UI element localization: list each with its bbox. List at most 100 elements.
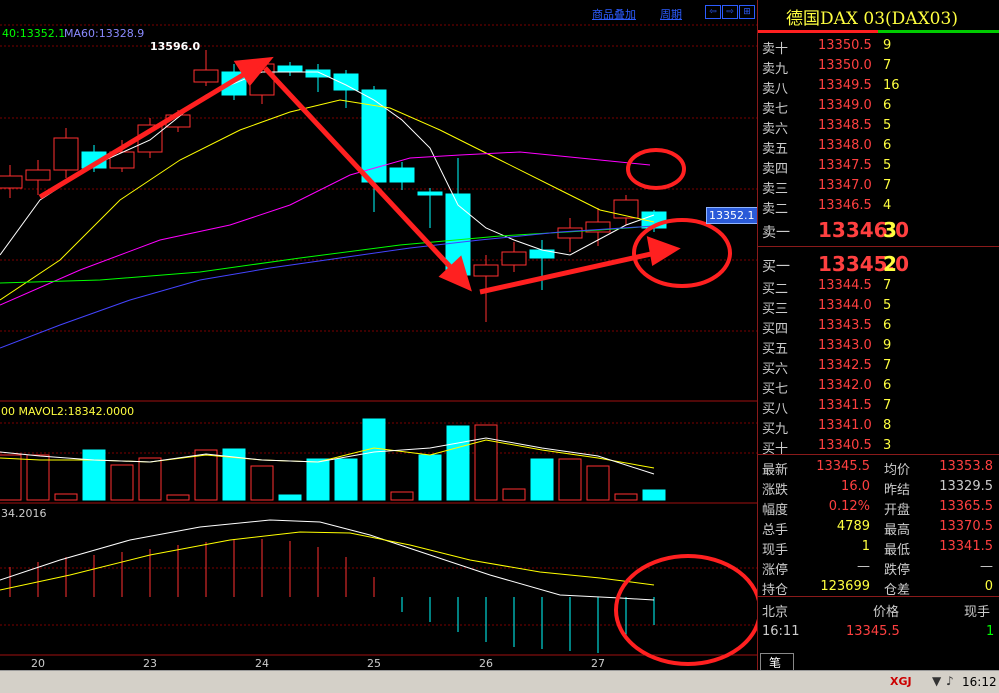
- ask-row[interactable]: 卖二 13346.5 4: [758, 196, 999, 217]
- volume-bar: [0, 454, 22, 501]
- stat-row: 总手 4789 最高 13370.5: [758, 517, 999, 538]
- bid-row[interactable]: 买三 13344.0 5: [758, 296, 999, 317]
- scroll-right-icon[interactable]: ⇨: [722, 5, 738, 19]
- bid-volume: 6: [883, 378, 892, 393]
- product-overlay-link[interactable]: 商品叠加: [592, 6, 636, 22]
- bid-label: 买二: [762, 282, 789, 297]
- volume-bar: [446, 425, 470, 501]
- bid-row[interactable]: 买八 13341.5 7: [758, 396, 999, 417]
- kline-chart-area[interactable]: 40:13352.1 MA60:13328.9 13596.0 00 MAVOL…: [0, 0, 758, 670]
- stat-value: 4789: [836, 519, 870, 534]
- bid1-row[interactable]: 买一 13345.0 2: [758, 252, 999, 276]
- period-link[interactable]: 周期: [660, 6, 682, 22]
- ask1-row[interactable]: 卖一 13346.0 3: [758, 218, 999, 242]
- bid-row[interactable]: 买十 13340.5 3: [758, 436, 999, 457]
- bid-volume: 7: [883, 398, 892, 413]
- stat-label: 现手: [762, 543, 789, 558]
- ticks-vol-header: 现手: [964, 605, 991, 620]
- bid-row[interactable]: 买二 13344.5 7: [758, 276, 999, 297]
- bid-price: 13343.0: [818, 338, 872, 353]
- ask-volume: 4: [883, 198, 892, 213]
- bid-label: 买五: [762, 342, 789, 357]
- bid-label: 买九: [762, 422, 789, 437]
- tick-time: 16:11: [762, 624, 800, 639]
- bid-volume: 7: [883, 358, 892, 373]
- stats-divider: [758, 596, 999, 597]
- stat-value: 0.12%: [828, 499, 870, 514]
- macd-dea-line: [0, 531, 655, 591]
- bid-price: 13344.0: [818, 298, 872, 313]
- high-price-label: 13596.0: [150, 40, 201, 53]
- bid-price: 13342.0: [818, 378, 872, 393]
- bid-row[interactable]: 买六 13342.5 7: [758, 356, 999, 377]
- ask-label: 卖五: [762, 142, 789, 157]
- x-tick-label: 20: [31, 657, 45, 670]
- candle-body: [277, 65, 303, 73]
- stat-value: —: [980, 559, 993, 574]
- ask-row[interactable]: 卖四 13347.5 5: [758, 156, 999, 177]
- bid-row[interactable]: 买四 13343.5 6: [758, 316, 999, 337]
- bid-price: 13341.5: [818, 398, 872, 413]
- tab-ticks[interactable]: 笔: [760, 653, 794, 670]
- stat-value: 0: [984, 579, 993, 594]
- scroll-left-icon[interactable]: ⇦: [705, 5, 721, 19]
- ask-row[interactable]: 卖十 13350.5 9: [758, 36, 999, 57]
- bid-label: 买六: [762, 362, 789, 377]
- bid-row[interactable]: 买五 13343.0 9: [758, 336, 999, 357]
- candle-body: [473, 264, 499, 277]
- x-tick-label: 24: [255, 657, 269, 670]
- bid-label: 买七: [762, 382, 789, 397]
- ask-row[interactable]: 卖三 13347.0 7: [758, 176, 999, 197]
- candle-body: [0, 175, 23, 189]
- volume-bar: [138, 457, 162, 501]
- bid-row[interactable]: 买九 13341.0 8: [758, 416, 999, 437]
- macd-dif-line: [0, 519, 655, 601]
- volume-bar: [502, 488, 526, 501]
- stat-label: 涨停: [762, 563, 789, 578]
- stat-label: 涨跌: [762, 483, 789, 498]
- bid1-label: 买一: [762, 259, 790, 275]
- volume-bar: [306, 458, 330, 501]
- candle-body: [501, 251, 527, 266]
- bid-volume: 3: [883, 438, 892, 453]
- ask-row[interactable]: 卖八 13349.5 16: [758, 76, 999, 97]
- candle-body: [25, 169, 51, 181]
- ask-price: 13350.0: [818, 58, 872, 73]
- ma10-line: [0, 99, 655, 301]
- annotation-arrowhead: [646, 236, 681, 267]
- quote-panel: 德国DAX 03(DAX03) 卖十 13350.5 9 卖九 13350.0 7 卖八 13…: [757, 0, 999, 670]
- tab-ticks-label: 笔: [769, 656, 782, 670]
- ask-row[interactable]: 卖七 13349.0 6: [758, 96, 999, 117]
- ask-label: 卖九: [762, 62, 789, 77]
- kline-chart[interactable]: [0, 0, 757, 670]
- annotation-arrow-down: [263, 66, 458, 275]
- stat-row: 最新 13345.5 均价 13353.8: [758, 457, 999, 478]
- bid-volume: 5: [883, 298, 892, 313]
- bid-price: 13342.5: [818, 358, 872, 373]
- ma40-label: 40:13352.1: [2, 27, 66, 40]
- ask-row[interactable]: 卖五 13348.0 6: [758, 136, 999, 157]
- clock-time: 16:12: [962, 675, 997, 689]
- stat-label: 总手: [762, 523, 789, 538]
- ask-price: 13349.5: [818, 78, 872, 93]
- stat-label: 均价: [884, 463, 911, 478]
- candle-body: [557, 227, 583, 239]
- ask-volume: 16: [883, 78, 900, 93]
- ask-row[interactable]: 卖九 13350.0 7: [758, 56, 999, 77]
- ask-label: 卖四: [762, 162, 789, 177]
- ask-label: 卖十: [762, 42, 789, 57]
- ask1-label: 卖一: [762, 225, 790, 241]
- stat-value: —: [857, 559, 870, 574]
- ma60-label: MA60:13328.9: [64, 27, 145, 40]
- zoom-icon[interactable]: ⊞: [739, 5, 755, 19]
- bid-row[interactable]: 买七 13342.0 6: [758, 376, 999, 397]
- ask-volume: 6: [883, 138, 892, 153]
- volume-bar: [586, 465, 610, 501]
- nav-buttons: ⇦ ⇨ ⊞: [705, 5, 755, 19]
- candle-body: [389, 167, 415, 183]
- volume-bar: [614, 493, 638, 501]
- ask-row[interactable]: 卖六 13348.5 5: [758, 116, 999, 137]
- stat-row: 现手 1 最低 13341.5: [758, 537, 999, 558]
- ask-volume: 9: [883, 38, 892, 53]
- bid-volume: 7: [883, 278, 892, 293]
